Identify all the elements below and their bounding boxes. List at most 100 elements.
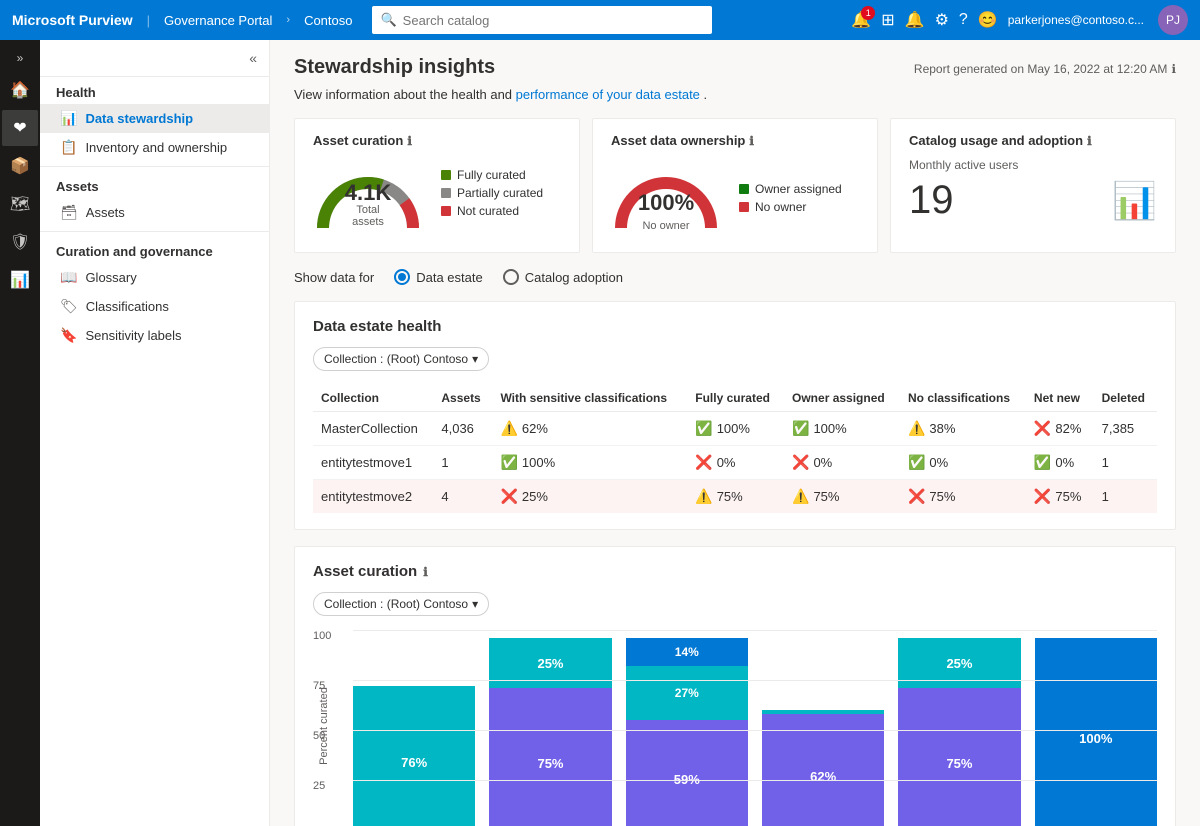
- cell-sensitive: ✅ 100%: [492, 446, 687, 480]
- subtitle-link[interactable]: performance of your data estate: [516, 87, 700, 102]
- search-bar[interactable]: 🔍: [372, 6, 712, 34]
- cell-assets: 4,036: [433, 412, 492, 446]
- feedback-icon[interactable]: 😊: [978, 10, 998, 30]
- table-row: entitytestmove2 4 ❌ 25% ⚠️ 75% ⚠️ 75% ❌ …: [313, 480, 1157, 514]
- catalog-info-icon[interactable]: ℹ: [1087, 134, 1092, 148]
- bar-stack-5[interactable]: 25% 75%: [898, 638, 1020, 826]
- cell-fully-curated: ⚠️ 75%: [687, 480, 784, 514]
- ownership-percent: 100%: [638, 190, 694, 216]
- ownership-info-icon[interactable]: ℹ: [749, 134, 754, 148]
- asset-curation-info-icon[interactable]: ℹ: [407, 134, 412, 148]
- sidebar-item-label-glossary: Glossary: [85, 270, 136, 285]
- ok-icon: ✅: [1034, 454, 1051, 471]
- curation-collection-filter[interactable]: Collection : (Root) Contoso ▾: [313, 592, 489, 616]
- bar-seg-3-top: 14%: [626, 638, 748, 666]
- warn-icon: ⚠️: [500, 420, 517, 437]
- brand-logo: Microsoft Purview: [12, 12, 133, 28]
- rail-governance-icon[interactable]: 🛡: [2, 224, 38, 260]
- rail-catalog-icon[interactable]: 📦: [2, 148, 38, 184]
- search-input[interactable]: [403, 13, 705, 28]
- sidebar-collapse-area: «: [40, 40, 269, 77]
- rail-health-icon[interactable]: ❤: [2, 110, 38, 146]
- app-layout: » 🏠 ❤ 📦 🗺 🛡 📊 « Health 📊 Data stewardshi…: [0, 40, 1200, 826]
- col-no-class: No classifications: [900, 385, 1026, 412]
- radio-data-estate-circle[interactable]: [394, 269, 410, 285]
- cell-net-new: ❌ 75%: [1026, 480, 1094, 514]
- bar-seg-5-bot: 75%: [898, 688, 1020, 826]
- sidebar-item-label-inventory: Inventory and ownership: [85, 140, 227, 155]
- legend-dot-green: [441, 170, 451, 180]
- col-fully-curated: Fully curated: [687, 385, 784, 412]
- bar-seg-6-1: 100%: [1035, 638, 1157, 826]
- sidebar-item-sensitivity-labels[interactable]: 🔖 Sensitivity labels: [40, 321, 269, 350]
- col-owner-assigned: Owner assigned: [784, 385, 900, 412]
- user-email: parkerjones@contoso.c...: [1008, 13, 1144, 27]
- filter-chevron: ▾: [472, 352, 478, 366]
- cell-net-new: ❌ 82%: [1026, 412, 1094, 446]
- apps-icon[interactable]: ⊞: [881, 10, 894, 30]
- contoso-label: Contoso: [304, 13, 352, 28]
- bar-stack-4[interactable]: ≈ 0% 62%: [762, 710, 884, 826]
- notification-badge: 1: [861, 6, 875, 20]
- donut-card: 4.1K Total assets Fully curated Partiall…: [313, 158, 561, 228]
- radio-catalog-adoption[interactable]: Catalog adoption: [503, 269, 623, 285]
- bar-group-6: 100%: [1035, 638, 1157, 826]
- cell-owner-assigned: ⚠️ 75%: [784, 480, 900, 514]
- sidebar-item-assets[interactable]: 🗃 Assets: [40, 198, 269, 227]
- collection-filter-btn[interactable]: Collection : (Root) Contoso ▾: [313, 347, 489, 371]
- col-sensitive: With sensitive classifications: [492, 385, 687, 412]
- sidebar-item-classifications[interactable]: 🏷 Classifications: [40, 292, 269, 321]
- data-estate-health-section: Data estate health Collection : (Root) C…: [294, 301, 1176, 530]
- cell-no-classifications: ❌ 75%: [900, 480, 1026, 514]
- curation-section-info[interactable]: ℹ: [423, 565, 428, 579]
- avatar[interactable]: PJ: [1158, 5, 1188, 35]
- cell-fully-curated: ✅ 100%: [687, 412, 784, 446]
- sidebar-item-label-sensitivity: Sensitivity labels: [85, 328, 181, 343]
- catalog-usage-title: Catalog usage and adoption ℹ: [909, 133, 1157, 148]
- info-icon[interactable]: ℹ: [1171, 62, 1176, 76]
- sidebar-item-data-stewardship[interactable]: 📊 Data stewardship: [40, 104, 269, 133]
- radio-data-estate[interactable]: Data estate: [394, 269, 483, 285]
- donut-legend: Fully curated Partially curated Not cura…: [441, 168, 543, 218]
- sidebar-collapse-btn[interactable]: «: [245, 46, 261, 70]
- col-deleted: Deleted: [1094, 385, 1157, 412]
- bar-stack-2[interactable]: 25% 75%: [489, 638, 611, 826]
- error-icon: ❌: [500, 488, 517, 505]
- error-icon: ❌: [1034, 488, 1051, 505]
- table-row: entitytestmove1 1 ✅ 100% ❌ 0% ❌ 0% ✅ 0% …: [313, 446, 1157, 480]
- show-data-radio-row: Show data for Data estate Catalog adopti…: [294, 269, 1176, 285]
- rail-expand-btn[interactable]: »: [2, 46, 38, 70]
- bar-stack-6[interactable]: 100%: [1035, 638, 1157, 826]
- error-icon: ❌: [695, 454, 712, 471]
- legend-partially-curated: Partially curated: [441, 186, 543, 200]
- data-stewardship-icon: 📊: [60, 110, 77, 127]
- owner-dot-red: [739, 202, 749, 212]
- assets-icon: 🗃: [60, 204, 78, 221]
- radio-catalog-adoption-circle[interactable]: [503, 269, 519, 285]
- sidebar-item-glossary[interactable]: 📖 Glossary: [40, 263, 269, 292]
- donut-label: 4.1K Total assets: [341, 182, 396, 228]
- ok-icon: ✅: [695, 420, 712, 437]
- gridline-50: [353, 730, 1157, 731]
- help-icon[interactable]: ?: [959, 11, 968, 29]
- y-label-100: 100: [313, 630, 331, 642]
- rail-map-icon[interactable]: 🗺: [2, 186, 38, 222]
- radio-data-estate-label: Data estate: [416, 270, 483, 285]
- rail-insights-icon[interactable]: 📊: [2, 262, 38, 298]
- ownership-sublabel: No owner: [642, 220, 689, 232]
- sidebar-item-inventory[interactable]: 📋 Inventory and ownership: [40, 133, 269, 162]
- bell-icon[interactable]: 🔔: [905, 10, 925, 30]
- data-estate-health-title: Data estate health: [313, 318, 1157, 335]
- search-icon: 🔍: [380, 12, 396, 28]
- ok-icon: ✅: [500, 454, 517, 471]
- legend-fully-curated: Fully curated: [441, 168, 543, 182]
- warn-icon: ⚠️: [792, 488, 809, 505]
- settings-icon[interactable]: ⚙: [935, 10, 949, 30]
- notification-icon[interactable]: 🔔 1: [851, 10, 871, 30]
- cell-owner-assigned: ❌ 0%: [784, 446, 900, 480]
- rail-home-icon[interactable]: 🏠: [2, 72, 38, 108]
- asset-curation-card: Asset curation ℹ: [294, 118, 580, 253]
- bar-stack-1[interactable]: 76%: [353, 686, 475, 826]
- bar-seg-2-bot: 75%: [489, 688, 611, 826]
- bar-stack-3[interactable]: 14% 27% 59%: [626, 638, 748, 826]
